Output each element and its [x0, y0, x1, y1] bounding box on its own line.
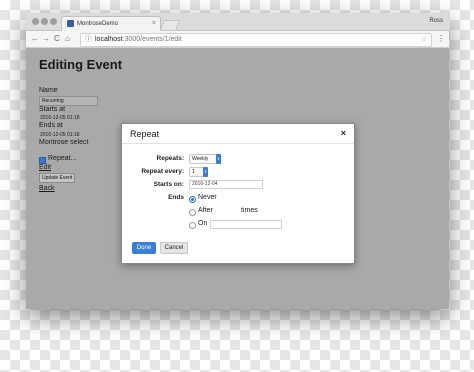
dialog-divider [122, 143, 354, 144]
bookmark-star-icon[interactable]: ☆ [421, 34, 427, 46]
done-button[interactable]: Done [132, 242, 156, 254]
name-field[interactable]: Recurring [39, 96, 98, 106]
new-tab-button[interactable] [159, 20, 181, 31]
repeat-every-select[interactable]: 1 ⇕ [189, 167, 208, 177]
repeats-value: Weekly [192, 156, 209, 162]
browser-window: MontroseDemo × Ross ← → C ⌂ ⓘ localhost:… [26, 13, 449, 309]
reload-icon[interactable]: C [54, 31, 60, 47]
repeat-every-label: Repeat every: [141, 168, 184, 175]
after-label: After [198, 207, 213, 214]
dialog-title: Repeat [130, 129, 160, 139]
radio-never[interactable] [189, 196, 196, 203]
address-text: localhost:3000/events/1/edit [95, 34, 182, 46]
starts-value[interactable]: 2016-12-05 01:18 [40, 115, 79, 121]
chevron-updown-icon: ⇕ [203, 167, 208, 177]
repeat-dialog: Repeat × Repeats: Weekly ⇕ Repeat every:… [121, 123, 355, 264]
close-window-button[interactable] [32, 18, 39, 25]
chevron-updown-icon: ⇕ [216, 154, 221, 164]
url-path: :3000/events/1/edit [122, 36, 182, 43]
tab-title: MontroseDemo [77, 21, 119, 27]
home-icon[interactable]: ⌂ [65, 31, 70, 47]
repeat-link[interactable]: Repeat... [48, 155, 76, 162]
repeat-every-value: 1 [192, 169, 195, 175]
starts-on-input[interactable]: 2016-12-04 [189, 180, 263, 189]
ends-value[interactable]: 2016-12-05 01:18 [40, 132, 79, 138]
zoom-window-button[interactable] [50, 18, 57, 25]
profile-name[interactable]: Ross [429, 13, 443, 30]
ends-label: Ends [168, 194, 184, 201]
title-bar: MontroseDemo × Ross [26, 13, 449, 31]
tab-close-icon[interactable]: × [152, 17, 156, 31]
forward-icon[interactable]: → [42, 31, 50, 47]
starts-on-label: Starts on: [153, 181, 184, 188]
browser-menu-icon[interactable]: ⋮ [437, 31, 445, 47]
browser-tab[interactable]: MontroseDemo × [61, 16, 161, 31]
page-title: Editing Event [39, 57, 123, 72]
on-label: On [198, 220, 208, 227]
cancel-button[interactable]: Cancel [160, 242, 188, 254]
on-date-input[interactable] [210, 220, 282, 229]
favicon-icon [67, 20, 74, 27]
page-viewport: Editing Event Name Recurring Starts at 2… [26, 48, 449, 309]
browser-toolbar: ← → C ⌂ ⓘ localhost:3000/events/1/edit ☆… [26, 31, 449, 48]
repeat-checkbox[interactable] [39, 157, 46, 164]
radio-on[interactable] [189, 222, 196, 229]
url-host: localhost [95, 36, 123, 43]
repeats-select[interactable]: Weekly ⇕ [189, 154, 221, 164]
close-icon[interactable]: × [341, 128, 346, 138]
after-count-input[interactable] [214, 207, 240, 216]
back-icon[interactable]: ← [31, 31, 39, 47]
info-icon[interactable]: ⓘ [85, 34, 92, 46]
radio-after[interactable] [189, 209, 196, 216]
update-event-button[interactable]: Update Event [39, 173, 76, 183]
name-label: Name [39, 87, 58, 94]
address-bar[interactable]: ⓘ localhost:3000/events/1/edit ☆ [80, 33, 432, 47]
times-label: times [241, 207, 258, 214]
back-link[interactable]: Back [39, 185, 55, 192]
edit-link[interactable]: Edit [39, 164, 51, 171]
ends-label: Ends at [39, 122, 63, 129]
repeats-label: Repeats: [156, 155, 184, 162]
minimize-window-button[interactable] [41, 18, 48, 25]
never-label: Never [198, 194, 217, 201]
starts-label: Starts at [39, 106, 66, 113]
montrose-label: Montrose select [39, 139, 89, 146]
